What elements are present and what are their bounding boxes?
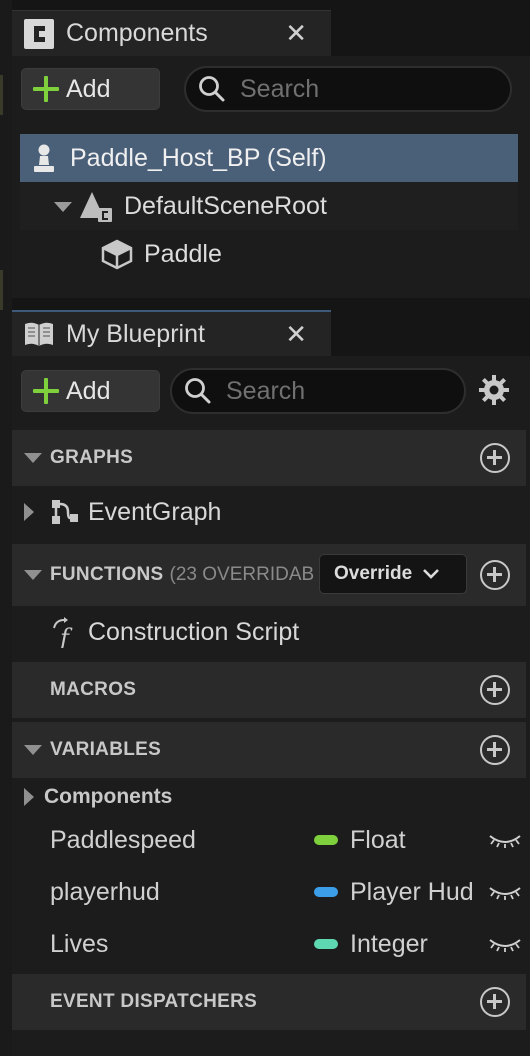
edge-marker xyxy=(0,270,3,310)
collapse-arrow-icon[interactable] xyxy=(24,745,42,755)
add-component-button[interactable]: Add xyxy=(21,68,160,110)
override-label: Override xyxy=(334,563,413,584)
expand-arrow-icon[interactable] xyxy=(24,503,34,521)
variable-item[interactable]: playerhud Player Hud xyxy=(12,866,526,918)
collapse-arrow-icon[interactable] xyxy=(24,453,42,463)
add-graph-icon[interactable] xyxy=(480,443,510,473)
add-variable-icon[interactable] xyxy=(480,735,510,765)
tab-title: My Blueprint xyxy=(66,319,205,348)
close-icon[interactable]: ✕ xyxy=(285,320,307,348)
eye-closed-icon[interactable] xyxy=(488,880,522,904)
section-macros[interactable]: MACROS xyxy=(12,662,526,718)
search-placeholder: Search xyxy=(226,376,306,405)
scene-root-icon xyxy=(80,192,112,222)
variable-type: Player Hud xyxy=(350,878,474,906)
components-panel: Add Search Paddle_Host_BP (Self) Default… xyxy=(12,56,530,298)
overridable-count: (23 OVERRIDAB xyxy=(169,564,315,585)
plus-icon xyxy=(32,75,60,103)
edge-marker xyxy=(0,75,3,115)
section-title: MACROS xyxy=(50,679,137,700)
variable-item[interactable]: Lives Integer xyxy=(12,918,526,970)
event-graph-icon xyxy=(52,500,78,524)
tab-title: Components xyxy=(66,19,208,47)
tab-my-blueprint[interactable]: My Blueprint ✕ xyxy=(12,310,331,356)
section-title: FUNCTIONS xyxy=(50,564,164,585)
function-icon: f xyxy=(53,617,73,648)
search-icon xyxy=(185,378,211,404)
tree-item-self[interactable]: Paddle_Host_BP (Self) xyxy=(20,134,518,182)
section-title: EVENT DISPATCHERS xyxy=(50,991,258,1012)
section-title: GRAPHS xyxy=(50,447,134,468)
variable-name: Paddlespeed xyxy=(50,826,196,854)
search-placeholder: Search xyxy=(240,74,320,103)
tree-item-default-scene-root[interactable]: DefaultSceneRoot xyxy=(20,182,518,230)
variable-group-components[interactable]: Components xyxy=(12,778,526,816)
section-variables[interactable]: VARIABLES xyxy=(12,722,526,778)
section-graphs[interactable]: GRAPHS xyxy=(12,430,526,486)
variable-type: Float xyxy=(350,826,406,854)
function-item-construction-script[interactable]: f Construction Script xyxy=(12,606,526,658)
graph-item-event-graph[interactable]: EventGraph xyxy=(12,486,526,538)
blueprint-search-input[interactable]: Search xyxy=(170,368,466,414)
expand-arrow-icon[interactable] xyxy=(54,202,72,212)
pawn-icon xyxy=(34,144,54,172)
tree-item-label: Paddle xyxy=(144,240,222,268)
svg-text:f: f xyxy=(58,624,73,648)
variable-type: Integer xyxy=(350,930,428,958)
search-icon xyxy=(199,76,225,102)
plus-icon xyxy=(32,377,60,405)
type-color-pill xyxy=(314,939,338,949)
add-function-icon[interactable] xyxy=(480,560,510,590)
override-dropdown[interactable]: Override xyxy=(319,554,467,594)
graph-item-label: EventGraph xyxy=(88,497,222,526)
static-mesh-icon xyxy=(101,239,133,270)
add-event-dispatcher-icon[interactable] xyxy=(480,987,510,1017)
variable-name: Lives xyxy=(50,930,109,958)
gear-icon[interactable] xyxy=(478,374,510,406)
section-title: VARIABLES xyxy=(50,739,162,760)
eye-closed-icon[interactable] xyxy=(488,932,522,956)
components-search-input[interactable]: Search xyxy=(184,66,512,112)
add-blueprint-item-button[interactable]: Add xyxy=(21,370,160,412)
chevron-down-icon xyxy=(423,569,440,579)
close-icon[interactable]: ✕ xyxy=(285,19,307,47)
tree-item-paddle[interactable]: Paddle xyxy=(20,230,518,278)
function-item-label: Construction Script xyxy=(88,617,300,646)
eye-closed-icon[interactable] xyxy=(488,828,522,852)
variable-name: playerhud xyxy=(50,878,160,906)
add-label: Add xyxy=(66,376,111,405)
tree-item-label: Paddle_Host_BP (Self) xyxy=(70,143,327,172)
blueprint-book-icon xyxy=(22,317,56,351)
left-edge-strip xyxy=(0,0,12,1056)
expand-arrow-icon[interactable] xyxy=(24,788,34,806)
section-event-dispatchers[interactable]: EVENT DISPATCHERS xyxy=(12,974,526,1030)
variable-group-label: Components xyxy=(44,785,173,808)
tree-item-label: DefaultSceneRoot xyxy=(124,192,327,220)
variable-item[interactable]: Paddlespeed Float xyxy=(12,814,526,866)
tab-components[interactable]: Components ✕ xyxy=(12,10,331,56)
type-color-pill xyxy=(314,887,338,897)
section-functions[interactable]: FUNCTIONS (23 OVERRIDAB Override xyxy=(12,544,526,606)
add-label: Add xyxy=(66,74,111,103)
collapse-arrow-icon[interactable] xyxy=(24,570,42,580)
components-icon xyxy=(22,17,56,51)
type-color-pill xyxy=(314,835,338,845)
add-macro-icon[interactable] xyxy=(480,675,510,705)
